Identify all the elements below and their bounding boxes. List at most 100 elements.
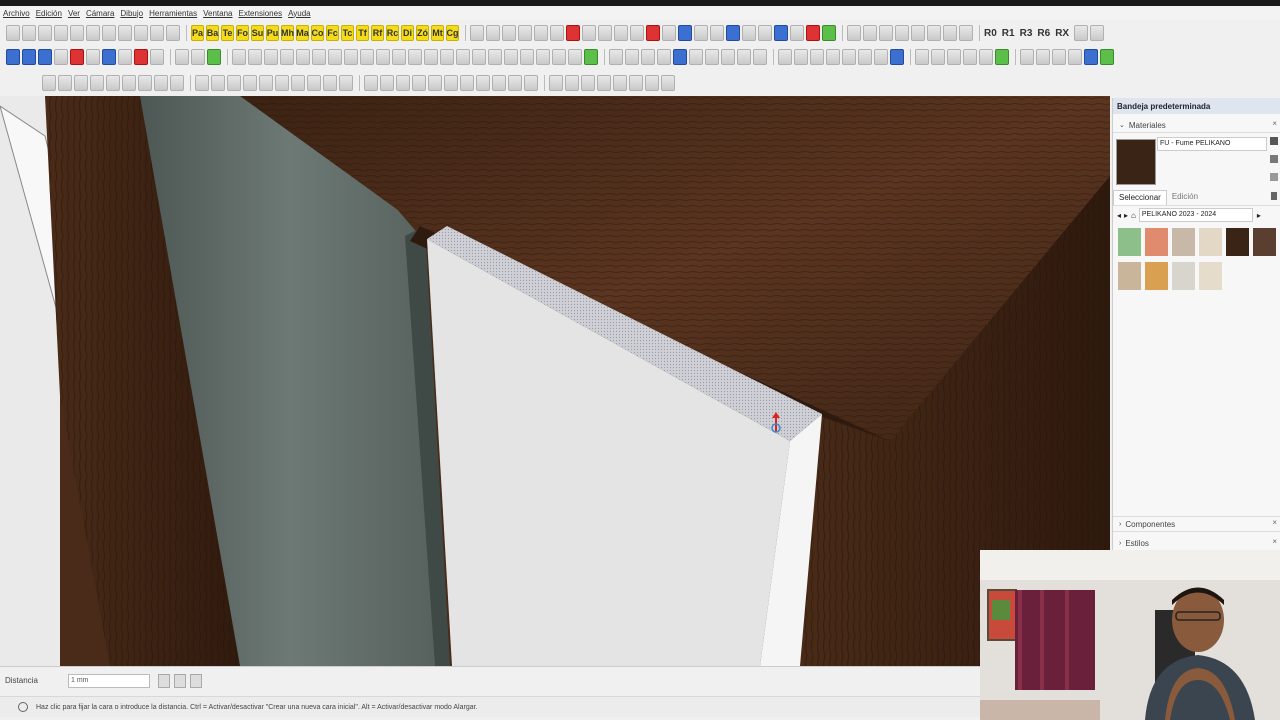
- sphere-icon[interactable]: [175, 49, 189, 65]
- material-swatch[interactable]: [1145, 228, 1168, 256]
- arc-tool-icon[interactable]: [58, 75, 72, 91]
- move-arrows-icon[interactable]: [646, 25, 660, 41]
- plugin-button-ba[interactable]: Ba: [206, 25, 219, 41]
- menu-camara[interactable]: Cámara: [83, 9, 117, 18]
- plugin-button-di[interactable]: Di: [401, 25, 414, 41]
- plugin-button-tc[interactable]: Tc: [341, 25, 354, 41]
- solid-4-icon[interactable]: [243, 75, 257, 91]
- solid-6-icon[interactable]: [275, 75, 289, 91]
- hinge-icon[interactable]: [609, 49, 623, 65]
- warehouse-icon[interactable]: [710, 25, 724, 41]
- flip-icon[interactable]: [150, 49, 164, 65]
- panel-tool-14-icon[interactable]: [440, 49, 454, 65]
- close-icon[interactable]: [959, 25, 973, 41]
- red-cube-icon[interactable]: [566, 25, 580, 41]
- shadows-icon[interactable]: [790, 25, 804, 41]
- curve-10-icon[interactable]: [508, 75, 522, 91]
- panel-tool-12-icon[interactable]: [408, 49, 422, 65]
- plugin-button-tf[interactable]: Tf: [356, 25, 369, 41]
- panel-tool-1-icon[interactable]: [232, 49, 246, 65]
- material-swatch[interactable]: [1145, 262, 1168, 290]
- ruby-icon[interactable]: [806, 25, 820, 41]
- tab-edicion[interactable]: Edición: [1167, 190, 1203, 204]
- mesh-1-icon[interactable]: [549, 75, 563, 91]
- list-view-icon[interactable]: [1036, 49, 1050, 65]
- panel-tool-8-icon[interactable]: [344, 49, 358, 65]
- material-swatch[interactable]: [1199, 262, 1222, 290]
- curve-5-icon[interactable]: [428, 75, 442, 91]
- panel-tool-4-icon[interactable]: [280, 49, 294, 65]
- refresh-icon[interactable]: [694, 25, 708, 41]
- rotate-rx-button[interactable]: RX: [1055, 28, 1069, 39]
- view-iso-icon[interactable]: [847, 25, 861, 41]
- eyedropper-icon[interactable]: [1271, 192, 1277, 200]
- plugin-button-zo[interactable]: Zó: [416, 25, 429, 41]
- panel-tool-5-icon[interactable]: [296, 49, 310, 65]
- plugin-button-rc[interactable]: Rc: [386, 25, 399, 41]
- plugin-button-pa[interactable]: Pa: [191, 25, 204, 41]
- menu-ayuda[interactable]: Ayuda: [285, 9, 314, 18]
- home-icon[interactable]: ⌂: [1131, 211, 1136, 220]
- extension-icon[interactable]: [726, 25, 740, 41]
- menu-ventana[interactable]: Ventana: [200, 9, 235, 18]
- grid-view-icon[interactable]: [1020, 49, 1034, 65]
- curve-6-icon[interactable]: [444, 75, 458, 91]
- view-left-icon[interactable]: [927, 25, 941, 41]
- copy-icon[interactable]: [70, 25, 84, 41]
- report-icon[interactable]: [858, 49, 872, 65]
- circle-tool-icon[interactable]: [42, 75, 56, 91]
- back-arrow-icon[interactable]: ◂: [1117, 211, 1121, 220]
- settings-icon[interactable]: [1068, 49, 1082, 65]
- create-material-icon[interactable]: [1270, 155, 1278, 163]
- menu-edicion[interactable]: Edición: [33, 9, 65, 18]
- box-icon[interactable]: [810, 49, 824, 65]
- rotate-r1-button[interactable]: R1: [1002, 28, 1015, 39]
- section-plane-icon[interactable]: [486, 25, 500, 41]
- material-swatch[interactable]: [1226, 228, 1249, 256]
- cube-icon[interactable]: [874, 49, 888, 65]
- info-blue-icon[interactable]: [1084, 49, 1098, 65]
- materials-panel-header[interactable]: ⌄ Materiales ×: [1113, 118, 1280, 133]
- panel-tool-10-icon[interactable]: [376, 49, 390, 65]
- close-icon[interactable]: ×: [1272, 119, 1277, 128]
- solid-8-icon[interactable]: [307, 75, 321, 91]
- solid-5-icon[interactable]: [259, 75, 273, 91]
- rotate-r0-button[interactable]: R0: [984, 28, 997, 39]
- solid-3-icon[interactable]: [227, 75, 241, 91]
- curve-9-icon[interactable]: [492, 75, 506, 91]
- cutlist-icon[interactable]: [721, 49, 735, 65]
- redo-icon[interactable]: [134, 25, 148, 41]
- panel-tool-22-icon[interactable]: [568, 49, 582, 65]
- curve-2-icon[interactable]: [380, 75, 394, 91]
- calc-icon[interactable]: [1100, 49, 1114, 65]
- curve-3-icon[interactable]: [396, 75, 410, 91]
- view-front-icon[interactable]: [879, 25, 893, 41]
- blue-box-icon[interactable]: [890, 49, 904, 65]
- plugin-button-fo[interactable]: Fo: [236, 25, 249, 41]
- layout-icon[interactable]: [1052, 49, 1066, 65]
- follow-me-icon[interactable]: [118, 49, 132, 65]
- details-arrow-icon[interactable]: ▸: [1257, 211, 1261, 220]
- mesh-7-icon[interactable]: [645, 75, 659, 91]
- material-swatch[interactable]: [1118, 228, 1141, 256]
- solid-10-icon[interactable]: [339, 75, 353, 91]
- green-leaf-icon[interactable]: [995, 49, 1009, 65]
- select-alt-icon[interactable]: [22, 49, 36, 65]
- box-alt-icon[interactable]: [826, 49, 840, 65]
- gear-icon[interactable]: [584, 49, 598, 65]
- veta-icon[interactable]: [1074, 25, 1089, 41]
- tape-icon[interactable]: [86, 49, 100, 65]
- shelf-icon[interactable]: [657, 49, 671, 65]
- plugin-button-te[interactable]: Te: [221, 25, 234, 41]
- panel-tool-17-icon[interactable]: [488, 49, 502, 65]
- profile-icon[interactable]: [614, 25, 628, 41]
- view-back-icon[interactable]: [911, 25, 925, 41]
- close-icon[interactable]: ×: [1272, 537, 1277, 546]
- plugin-button-fc[interactable]: Fc: [326, 25, 339, 41]
- undo-icon[interactable]: [118, 25, 132, 41]
- material-name-field[interactable]: FU - Fume PELIKANO: [1157, 137, 1267, 151]
- wire-2-icon[interactable]: [931, 49, 945, 65]
- drill-icon[interactable]: [705, 49, 719, 65]
- mesh-6-icon[interactable]: [629, 75, 643, 91]
- outliner-icon[interactable]: [758, 25, 772, 41]
